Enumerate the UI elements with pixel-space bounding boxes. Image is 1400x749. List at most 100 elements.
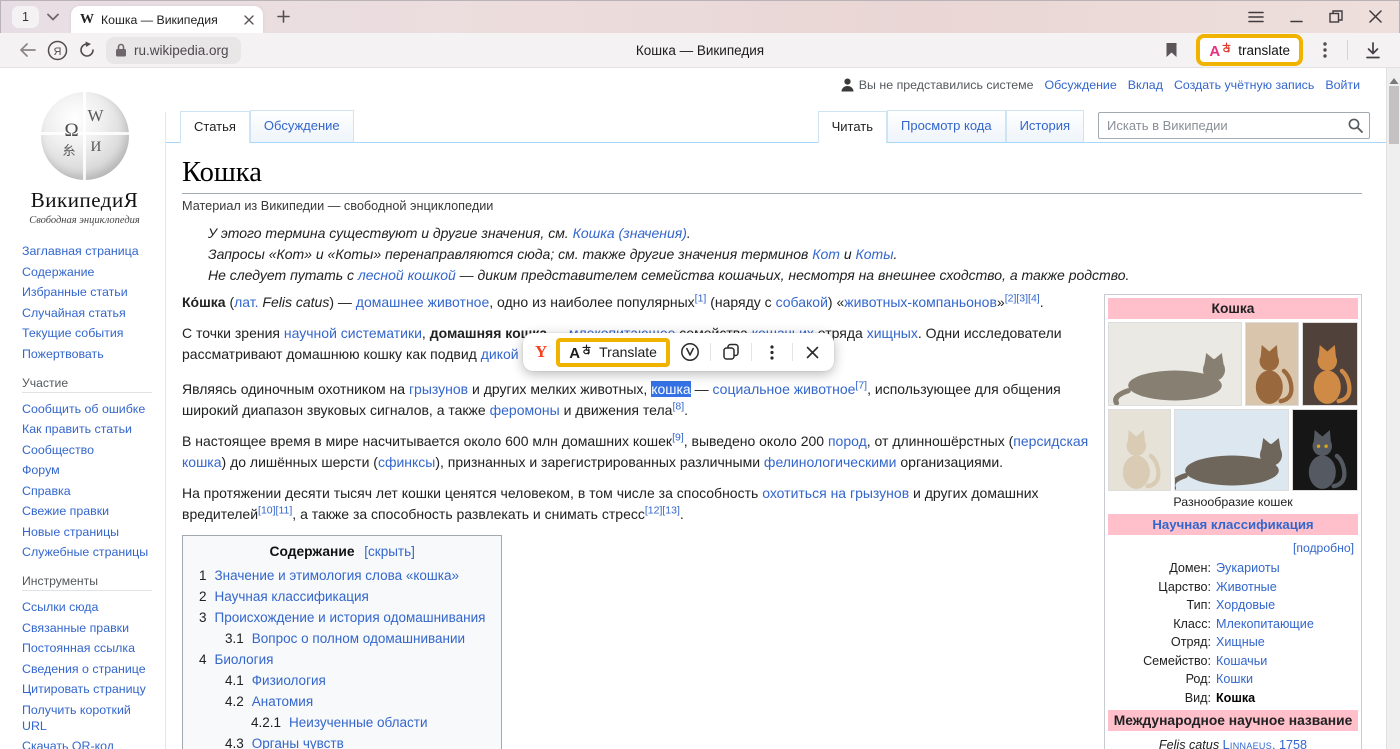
translate-popup-button[interactable]: A Translate — [556, 338, 670, 367]
sidebar-link[interactable]: Сведения о странице — [22, 662, 146, 676]
inline-link[interactable]: пород — [828, 433, 867, 449]
sidebar-item[interactable]: Избранные статьи — [22, 283, 157, 299]
search-icon[interactable] — [1348, 118, 1363, 133]
back-icon[interactable] — [12, 36, 42, 64]
red-white-cat-photo[interactable] — [1302, 322, 1358, 406]
wiki-search-box[interactable] — [1098, 112, 1370, 139]
bookmark-icon[interactable] — [1156, 36, 1186, 64]
sidebar-item[interactable]: Ссылки сюда — [22, 598, 157, 614]
toc-link[interactable]: Анатомия — [252, 694, 313, 709]
sidebar-item[interactable]: Как править статьи — [22, 420, 157, 436]
sidebar-link[interactable]: Свежие правки — [22, 504, 109, 518]
reload-icon[interactable] — [72, 36, 102, 64]
grey-cat-photo[interactable] — [1292, 409, 1358, 491]
sidebar-item[interactable]: Случайная статья — [22, 304, 157, 320]
inline-link[interactable]: грызунов — [409, 381, 468, 397]
taxon-value[interactable]: Кошки — [1216, 670, 1253, 689]
sidebar-item[interactable]: Связанные правки — [22, 619, 157, 635]
inline-link[interactable]: лесной кошкой — [358, 267, 456, 283]
author-link[interactable]: Linnaeus — [1223, 738, 1272, 749]
toc-link[interactable]: Научная классификация — [215, 589, 369, 604]
reference-link[interactable]: [8] — [672, 400, 684, 412]
tabby-cat-lying-photo[interactable] — [1108, 322, 1242, 406]
sidebar-link[interactable]: Заглавная страница — [22, 244, 139, 258]
details-link[interactable]: [подробно] — [1108, 538, 1358, 559]
reference-link[interactable]: [2][3][4] — [1005, 292, 1040, 304]
toolbar-more-icon[interactable] — [1313, 36, 1337, 64]
sidebar-link[interactable]: Сообщество — [22, 443, 94, 457]
toc-item[interactable]: 4.3Органы чувств — [199, 733, 485, 749]
v-circle-icon[interactable] — [679, 338, 701, 366]
toc-item[interactable]: 3.1Вопрос о полном одомашнивании — [199, 628, 485, 649]
personal-link[interactable]: Обсуждение — [1045, 78, 1117, 92]
inline-link[interactable]: сфинксы — [378, 454, 435, 470]
sidebar-link[interactable]: Новые страницы — [22, 525, 119, 539]
sidebar-item[interactable]: Свежие правки — [22, 502, 157, 518]
browser-tab[interactable]: W Кошка — Википедия — [71, 6, 263, 33]
toc-link[interactable]: Вопрос о полном одомашнивании — [252, 631, 465, 646]
sidebar-link[interactable]: Ссылки сюда — [22, 600, 98, 614]
popup-close-icon[interactable] — [802, 338, 824, 366]
new-tab-button[interactable] — [277, 10, 290, 23]
sidebar-item[interactable]: Сообщить об ошибке — [22, 400, 157, 416]
address-bar[interactable]: ru.wikipedia.org — [106, 37, 241, 64]
sidebar-item[interactable]: Заглавная страница — [22, 242, 157, 258]
sidebar-link[interactable]: Справка — [22, 484, 71, 498]
personal-link[interactable]: Вклад — [1128, 78, 1163, 92]
sidebar-item[interactable]: Форум — [22, 461, 157, 477]
sidebar-item[interactable]: Пожертвовать — [22, 345, 157, 361]
classification-header[interactable]: Научная классификация — [1108, 514, 1358, 535]
sidebar-link[interactable]: Пожертвовать — [22, 347, 104, 361]
personal-link[interactable]: Создать учётную запись — [1174, 78, 1314, 92]
inline-link[interactable]: научной систематики — [284, 325, 422, 341]
inline-link[interactable]: социальное животное — [713, 381, 856, 397]
tabby-cat-snow-photo[interactable] — [1174, 409, 1289, 491]
reference-link[interactable]: [9] — [672, 431, 684, 443]
wiki-search-input[interactable] — [1107, 118, 1348, 133]
minimize-icon[interactable] — [1290, 11, 1303, 23]
inline-link[interactable]: лат. — [234, 294, 258, 310]
reference-link[interactable]: [7] — [855, 379, 867, 391]
sidebar-link[interactable]: Служебные страницы — [22, 545, 148, 559]
tab-close-icon[interactable] — [244, 15, 254, 25]
toc-link[interactable]: Неизученные области — [289, 715, 428, 730]
copy-icon[interactable] — [720, 338, 742, 366]
reference-link[interactable]: [1] — [695, 292, 707, 304]
toc-hide-link[interactable]: [скрыть] — [364, 544, 415, 559]
toc-item[interactable]: 4.1Физиология — [199, 670, 485, 691]
reference-link[interactable]: [12][13] — [645, 504, 680, 516]
yandex-home-icon[interactable]: Я — [42, 36, 72, 64]
taxon-value[interactable]: Млекопитающие — [1216, 615, 1314, 634]
yandex-icon[interactable]: Y — [535, 342, 547, 362]
taxon-value[interactable]: Животные — [1216, 578, 1277, 597]
toc-item[interactable]: 4.2Анатомия — [199, 691, 485, 712]
toc-link[interactable]: Происхождение и история одомашнивания — [215, 610, 486, 625]
reference-link[interactable]: [10][11] — [258, 504, 292, 516]
inline-link[interactable]: фелинологическими — [764, 454, 897, 470]
toc-item[interactable]: 2Научная классификация — [199, 586, 485, 607]
sidebar-item[interactable]: Скачать QR-код — [22, 737, 157, 749]
taxon-value[interactable]: Хордовые — [1216, 596, 1275, 615]
sidebar-link[interactable]: Сообщить об ошибке — [22, 402, 145, 416]
inline-link[interactable]: животных-компаньонов — [844, 294, 997, 310]
sidebar-link[interactable]: Цитировать страницу — [22, 682, 146, 696]
sidebar-item[interactable]: Сообщество — [22, 441, 157, 457]
taxon-value[interactable]: Эукариоты — [1216, 559, 1280, 578]
tab-list-chevron-icon[interactable] — [47, 13, 59, 21]
inline-link[interactable]: охотиться на грызунов — [762, 485, 909, 501]
personal-link[interactable]: Войти — [1325, 78, 1360, 92]
taxon-value[interactable]: Кошачьи — [1216, 652, 1267, 671]
tab-История[interactable]: История — [1006, 110, 1084, 142]
sidebar-link[interactable]: Форум — [22, 463, 60, 477]
inline-link[interactable]: домашнее животное — [356, 294, 489, 310]
tab-Статья[interactable]: Статья — [180, 111, 250, 143]
sidebar-item[interactable]: Справка — [22, 482, 157, 498]
inline-link[interactable]: Коты — [856, 246, 894, 262]
sidebar-link[interactable]: Избранные статьи — [22, 285, 128, 299]
sidebar-link[interactable]: Получить короткий URL — [22, 703, 131, 733]
siamese-cat-photo[interactable] — [1108, 409, 1171, 491]
restore-window-icon[interactable] — [1329, 10, 1343, 23]
sidebar-link[interactable]: Случайная статья — [22, 306, 126, 320]
toc-item[interactable]: 1Значение и этимология слова «кошка» — [199, 565, 485, 586]
sidebar-item[interactable]: Постоянная ссылка — [22, 639, 157, 655]
